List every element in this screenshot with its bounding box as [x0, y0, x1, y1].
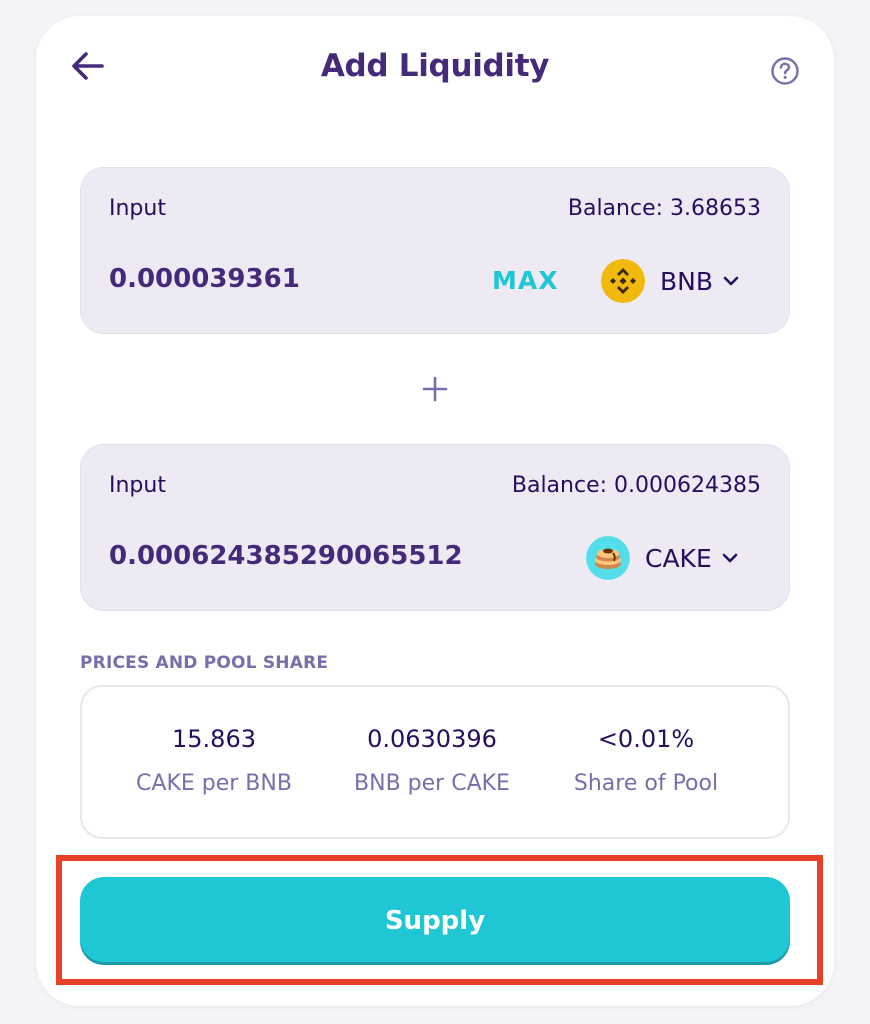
- token-a-label: Input: [109, 196, 166, 221]
- price-stat-value: 0.0630396: [367, 725, 497, 753]
- pool-share-value: <0.01%: [597, 725, 695, 753]
- token-b-label: Input: [109, 473, 166, 498]
- token-b-panel: Input Balance: 0.000624385 CAKE: [80, 444, 790, 611]
- question-circle-icon: [771, 57, 799, 85]
- cake-logo-icon: [586, 536, 630, 580]
- price-stat-label: BNB per CAKE: [354, 771, 510, 796]
- help-button[interactable]: [769, 55, 801, 87]
- token-a-balance: Balance: 3.68653: [567, 196, 761, 221]
- bnb-logo-icon: [601, 259, 645, 303]
- price-stat: 15.863 CAKE per BNB: [104, 725, 324, 796]
- arrow-left-icon: [72, 52, 104, 80]
- token-a-symbol: BNB: [660, 266, 714, 296]
- price-stat-label: CAKE per BNB: [136, 771, 292, 796]
- pool-share-stat: <0.01% Share of Pool: [536, 725, 756, 796]
- max-button[interactable]: MAX: [492, 266, 559, 295]
- supply-button[interactable]: Supply: [80, 877, 790, 965]
- token-a-select[interactable]: BNB: [601, 256, 741, 306]
- token-a-amount-input[interactable]: [109, 264, 489, 294]
- token-b-select[interactable]: CAKE: [586, 533, 740, 583]
- prices-pool-share-box: 15.863 CAKE per BNB 0.0630396 BNB per CA…: [80, 685, 790, 839]
- chevron-down-icon: [723, 276, 739, 286]
- token-a-panel: Input Balance: 3.68653 MAX BNB: [80, 167, 790, 334]
- chevron-down-icon: [722, 553, 738, 563]
- page-title: Add Liquidity: [320, 48, 550, 84]
- plus-icon: [422, 376, 448, 402]
- pool-share-label: Share of Pool: [573, 771, 719, 796]
- token-b-balance: Balance: 0.000624385: [511, 473, 761, 498]
- prices-section-title: PRICES AND POOL SHARE: [80, 653, 329, 673]
- price-stat-value: 15.863: [172, 725, 256, 753]
- token-b-amount-input[interactable]: [109, 541, 489, 571]
- token-b-symbol: CAKE: [645, 543, 712, 573]
- back-button[interactable]: [68, 46, 108, 86]
- price-stat: 0.0630396 BNB per CAKE: [322, 725, 542, 796]
